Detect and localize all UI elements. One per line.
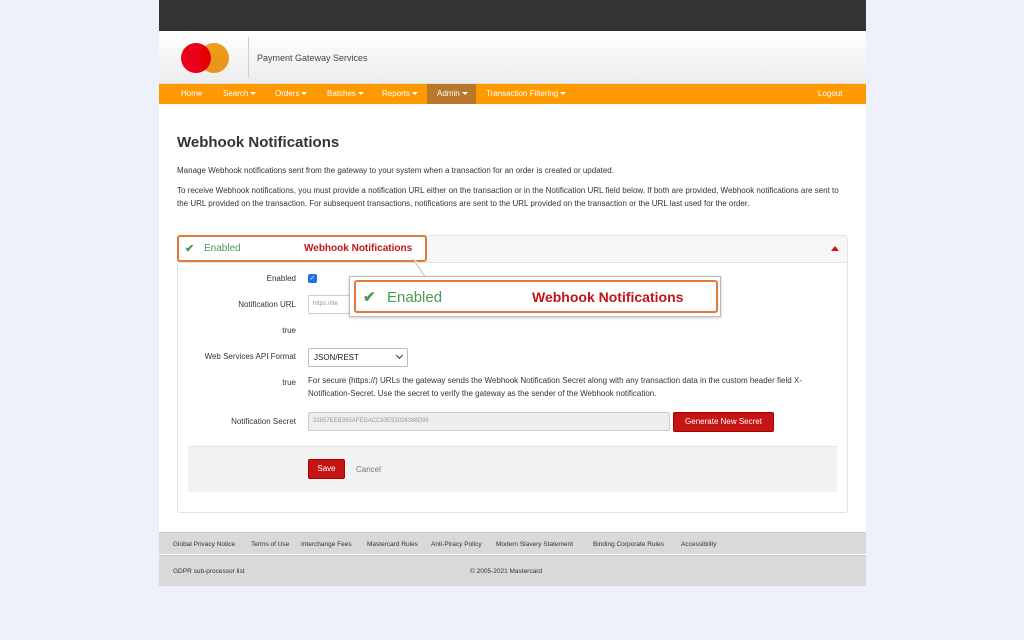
generate-secret-button[interactable]: Generate New Secret (673, 412, 774, 432)
row-true-label-2: true (282, 378, 296, 387)
chevron-down-icon (560, 92, 567, 96)
chevron-down-icon (412, 92, 419, 96)
footer-links: Global Privacy Notice Terms of Use Inter… (159, 532, 866, 554)
chevron-down-icon (461, 92, 468, 96)
brand-header: Payment Gateway Services (159, 31, 866, 84)
copyright: © 2005-2021 Mastercard (470, 568, 542, 575)
nav-admin[interactable]: Admin (427, 84, 476, 104)
nav-transaction-filtering[interactable]: Transaction Filtering (486, 84, 567, 104)
brand-divider (248, 37, 249, 78)
zoom-heading: Webhook Notifications (532, 289, 684, 305)
subprocessor-link[interactable]: GDPR sub-processor list (173, 568, 245, 575)
notification-url-input[interactable]: https://de (308, 295, 352, 314)
panel-header-highlight: ✔ Enabled Webhook Notifications (177, 235, 427, 262)
chevron-down-icon (395, 351, 404, 360)
notification-url-label: Notification URL (238, 300, 296, 309)
logo-orange-circle (199, 43, 229, 73)
nav-search[interactable]: Search (223, 84, 257, 104)
footer-link[interactable]: Modern Slavery Statement (496, 541, 573, 548)
chevron-down-icon (357, 92, 364, 96)
footer-link[interactable]: Accessibility (681, 541, 716, 548)
page-title: Webhook Notifications (177, 134, 340, 151)
footer-link[interactable]: Terms of Use (251, 541, 289, 548)
page-intro: Manage Webhook notifications sent from t… (177, 166, 614, 175)
nav-batches[interactable]: Batches (327, 84, 364, 104)
main-nav: Home Search Orders Batches Reports Admin… (159, 84, 866, 104)
page-description: To receive Webhook notifications, you mu… (177, 186, 839, 208)
footer-link[interactable]: Anti-Piracy Policy (431, 541, 482, 548)
nav-logout[interactable]: Logout (818, 84, 842, 104)
save-button[interactable]: Save (308, 459, 345, 479)
footer-bottom: GDPR sub-processor list © 2005-2021 Mast… (159, 555, 866, 586)
chevron-down-icon (301, 92, 308, 96)
panel-status: Enabled (204, 243, 241, 254)
top-bar (159, 0, 866, 31)
check-icon: ✔ (185, 243, 195, 255)
footer-link[interactable]: Binding Corporate Rules (593, 541, 664, 548)
chevron-down-icon (250, 92, 257, 96)
secret-help-text: For secure (https://) URLs the gateway s… (308, 376, 802, 398)
row-true-label-1: true (282, 326, 296, 335)
chevron-up-icon[interactable] (831, 246, 839, 251)
notification-secret-input[interactable]: 22857EEB395AFEDACC83E93026388D99 (308, 412, 670, 431)
footer-link[interactable]: Mastercard Rules (367, 541, 418, 548)
enabled-label: Enabled (266, 274, 296, 283)
zoom-callout-highlight: ✔ Enabled Webhook Notifications (354, 280, 718, 313)
form-actions (188, 446, 837, 492)
nav-home[interactable]: Home (181, 84, 202, 104)
brand-title: Payment Gateway Services (257, 53, 368, 63)
cancel-button[interactable]: Cancel (356, 465, 381, 474)
nav-orders[interactable]: Orders (275, 84, 308, 104)
enabled-checkbox[interactable]: ✓ (308, 274, 317, 283)
api-format-label: Web Services API Format (204, 352, 296, 361)
notification-secret-label: Notification Secret (231, 417, 296, 426)
panel-header[interactable]: ✔ Enabled Webhook Notifications (177, 235, 847, 263)
check-icon: ✔ (363, 289, 376, 306)
footer-link[interactable]: Global Privacy Notice (173, 541, 235, 548)
zoom-callout: ✔ Enabled Webhook Notifications (349, 276, 721, 317)
panel-heading: Webhook Notifications (304, 243, 413, 254)
mastercard-logo-icon[interactable] (181, 43, 229, 73)
api-format-select[interactable]: JSON/REST (308, 348, 408, 367)
footer-link[interactable]: Interchange Fees (301, 541, 352, 548)
zoom-status: Enabled (387, 289, 443, 306)
nav-reports[interactable]: Reports (382, 84, 419, 104)
